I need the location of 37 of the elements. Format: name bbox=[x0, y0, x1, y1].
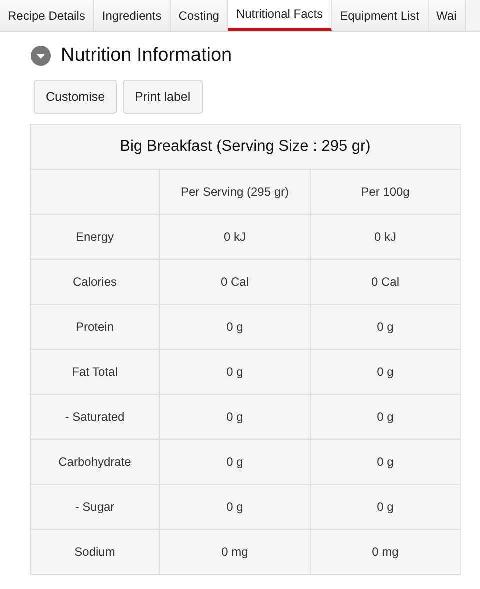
tab[interactable]: Nutritional Facts bbox=[228, 0, 332, 31]
table-cell: 0 g bbox=[310, 350, 460, 394]
table-cell: 0 g bbox=[160, 440, 310, 484]
table-cell: 0 g bbox=[310, 394, 460, 440]
column-header: Per 100g bbox=[310, 170, 460, 214]
row-label: Protein bbox=[30, 304, 160, 350]
table-cell: 0 Cal bbox=[310, 260, 460, 304]
table-cell: 0 g bbox=[160, 350, 310, 394]
table-cell: 0 mg bbox=[160, 530, 310, 574]
tab[interactable]: Equipment List bbox=[332, 0, 429, 31]
customise-button[interactable]: Customise bbox=[34, 80, 118, 114]
table-cell: 0 Cal bbox=[160, 260, 310, 304]
table-cell: 0 g bbox=[160, 394, 310, 440]
tab[interactable]: Ingredients bbox=[94, 0, 171, 31]
row-label: Fat Total bbox=[30, 350, 160, 394]
table-cell: 0 mg bbox=[310, 530, 460, 574]
table-cell: 0 g bbox=[310, 304, 460, 350]
table-cell: 0 kJ bbox=[310, 214, 460, 260]
row-label: - Sugar bbox=[30, 484, 160, 530]
row-label: - Saturated bbox=[30, 394, 160, 440]
table-title: Big Breakfast (Serving Size : 295 gr) bbox=[30, 124, 460, 170]
print-label-button[interactable]: Print label bbox=[123, 80, 203, 114]
table-cell: 0 g bbox=[160, 484, 310, 530]
table-cell: 0 g bbox=[310, 440, 460, 484]
row-label: Carbohydrate bbox=[30, 440, 160, 484]
tab[interactable]: Wai bbox=[428, 0, 466, 31]
collapse-icon[interactable] bbox=[31, 46, 51, 66]
table-cell: 0 g bbox=[160, 304, 310, 350]
row-label: Calories bbox=[30, 260, 160, 304]
row-label: Energy bbox=[30, 214, 160, 260]
tab[interactable]: Costing bbox=[170, 0, 228, 31]
tab[interactable]: Recipe Details bbox=[0, 0, 94, 31]
table-cell: 0 kJ bbox=[160, 214, 310, 260]
column-header: Per Serving (295 gr) bbox=[160, 170, 310, 214]
section-title: Nutrition Information bbox=[61, 45, 232, 67]
row-label: Sodium bbox=[30, 530, 160, 574]
table-cell: 0 g bbox=[310, 484, 460, 530]
